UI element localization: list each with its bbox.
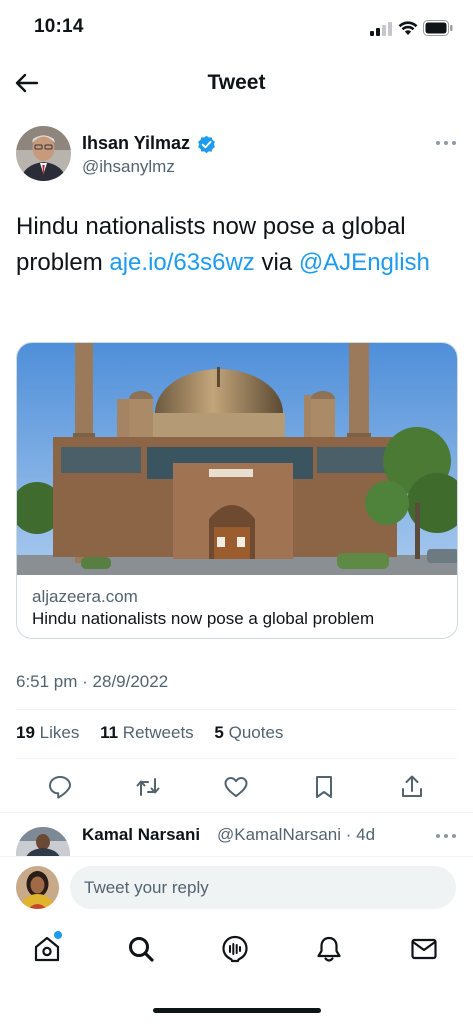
notifications-icon[interactable] (314, 934, 344, 964)
home-indicator[interactable] (153, 1008, 321, 1013)
tweet-link[interactable]: aje.io/63s6wz (109, 249, 254, 276)
verified-badge-icon (198, 135, 215, 154)
likes-label: Likes (39, 723, 80, 742)
card-domain: aljazeera.com (32, 587, 138, 606)
reply-author-avatar[interactable] (16, 827, 70, 857)
likes-stat[interactable]: 19 Likes (16, 723, 87, 742)
tweet-mention[interactable]: @AJEnglish (299, 249, 430, 276)
divider (16, 758, 457, 759)
author-handle[interactable]: @ihsanylmz (82, 157, 175, 177)
cellular-signal-icon (370, 22, 392, 36)
reply-author-handle[interactable]: @KamalNarsani · 4d (217, 825, 375, 845)
retweet-icon[interactable] (135, 774, 161, 800)
page-title: Tweet (207, 71, 266, 94)
retweets-stat[interactable]: 11 Retweets (100, 723, 202, 742)
quotes-count: 5 (214, 723, 224, 742)
reply-author-name[interactable]: Kamal Narsani (82, 825, 200, 845)
tweet-text: Hindu nationalists now pose a global pro… (16, 209, 461, 281)
likes-count: 19 (16, 723, 35, 742)
divider (16, 709, 457, 710)
card-image (17, 343, 457, 575)
card-title: Hindu nationalists now pose a global pro… (32, 609, 375, 628)
messages-icon[interactable] (409, 934, 439, 964)
divider (0, 812, 473, 813)
tweet-timestamp[interactable]: 6:51 pm · 28/9/2022 (16, 672, 168, 692)
bookmark-icon[interactable] (311, 774, 337, 800)
tweet-stats: 19 Likes 11 Retweets 5 Quotes (16, 723, 299, 743)
author-avatar[interactable] (16, 126, 71, 181)
link-preview-card[interactable]: aljazeera.com Hindu nationalists now pos… (16, 342, 458, 639)
wifi-icon (398, 21, 418, 35)
share-icon[interactable] (399, 774, 425, 800)
spaces-icon[interactable] (220, 934, 250, 964)
reply-icon[interactable] (47, 774, 73, 800)
quotes-stat[interactable]: 5 Quotes (214, 723, 291, 742)
like-icon[interactable] (223, 774, 249, 800)
author-name[interactable]: Ihsan Yilmaz (82, 133, 190, 154)
quotes-label: Quotes (228, 723, 284, 742)
more-options-icon[interactable] (434, 828, 458, 844)
status-time: 10:14 (34, 16, 84, 37)
divider (0, 856, 473, 857)
search-icon[interactable] (126, 934, 156, 964)
reply-input[interactable] (70, 866, 456, 909)
notification-dot (54, 931, 62, 939)
retweets-count: 11 (100, 723, 119, 742)
battery-icon (423, 20, 453, 36)
retweets-label: Retweets (122, 723, 194, 742)
user-avatar[interactable] (16, 866, 59, 909)
more-options-icon[interactable] (434, 135, 458, 151)
tweet-text-via: via (254, 249, 299, 276)
